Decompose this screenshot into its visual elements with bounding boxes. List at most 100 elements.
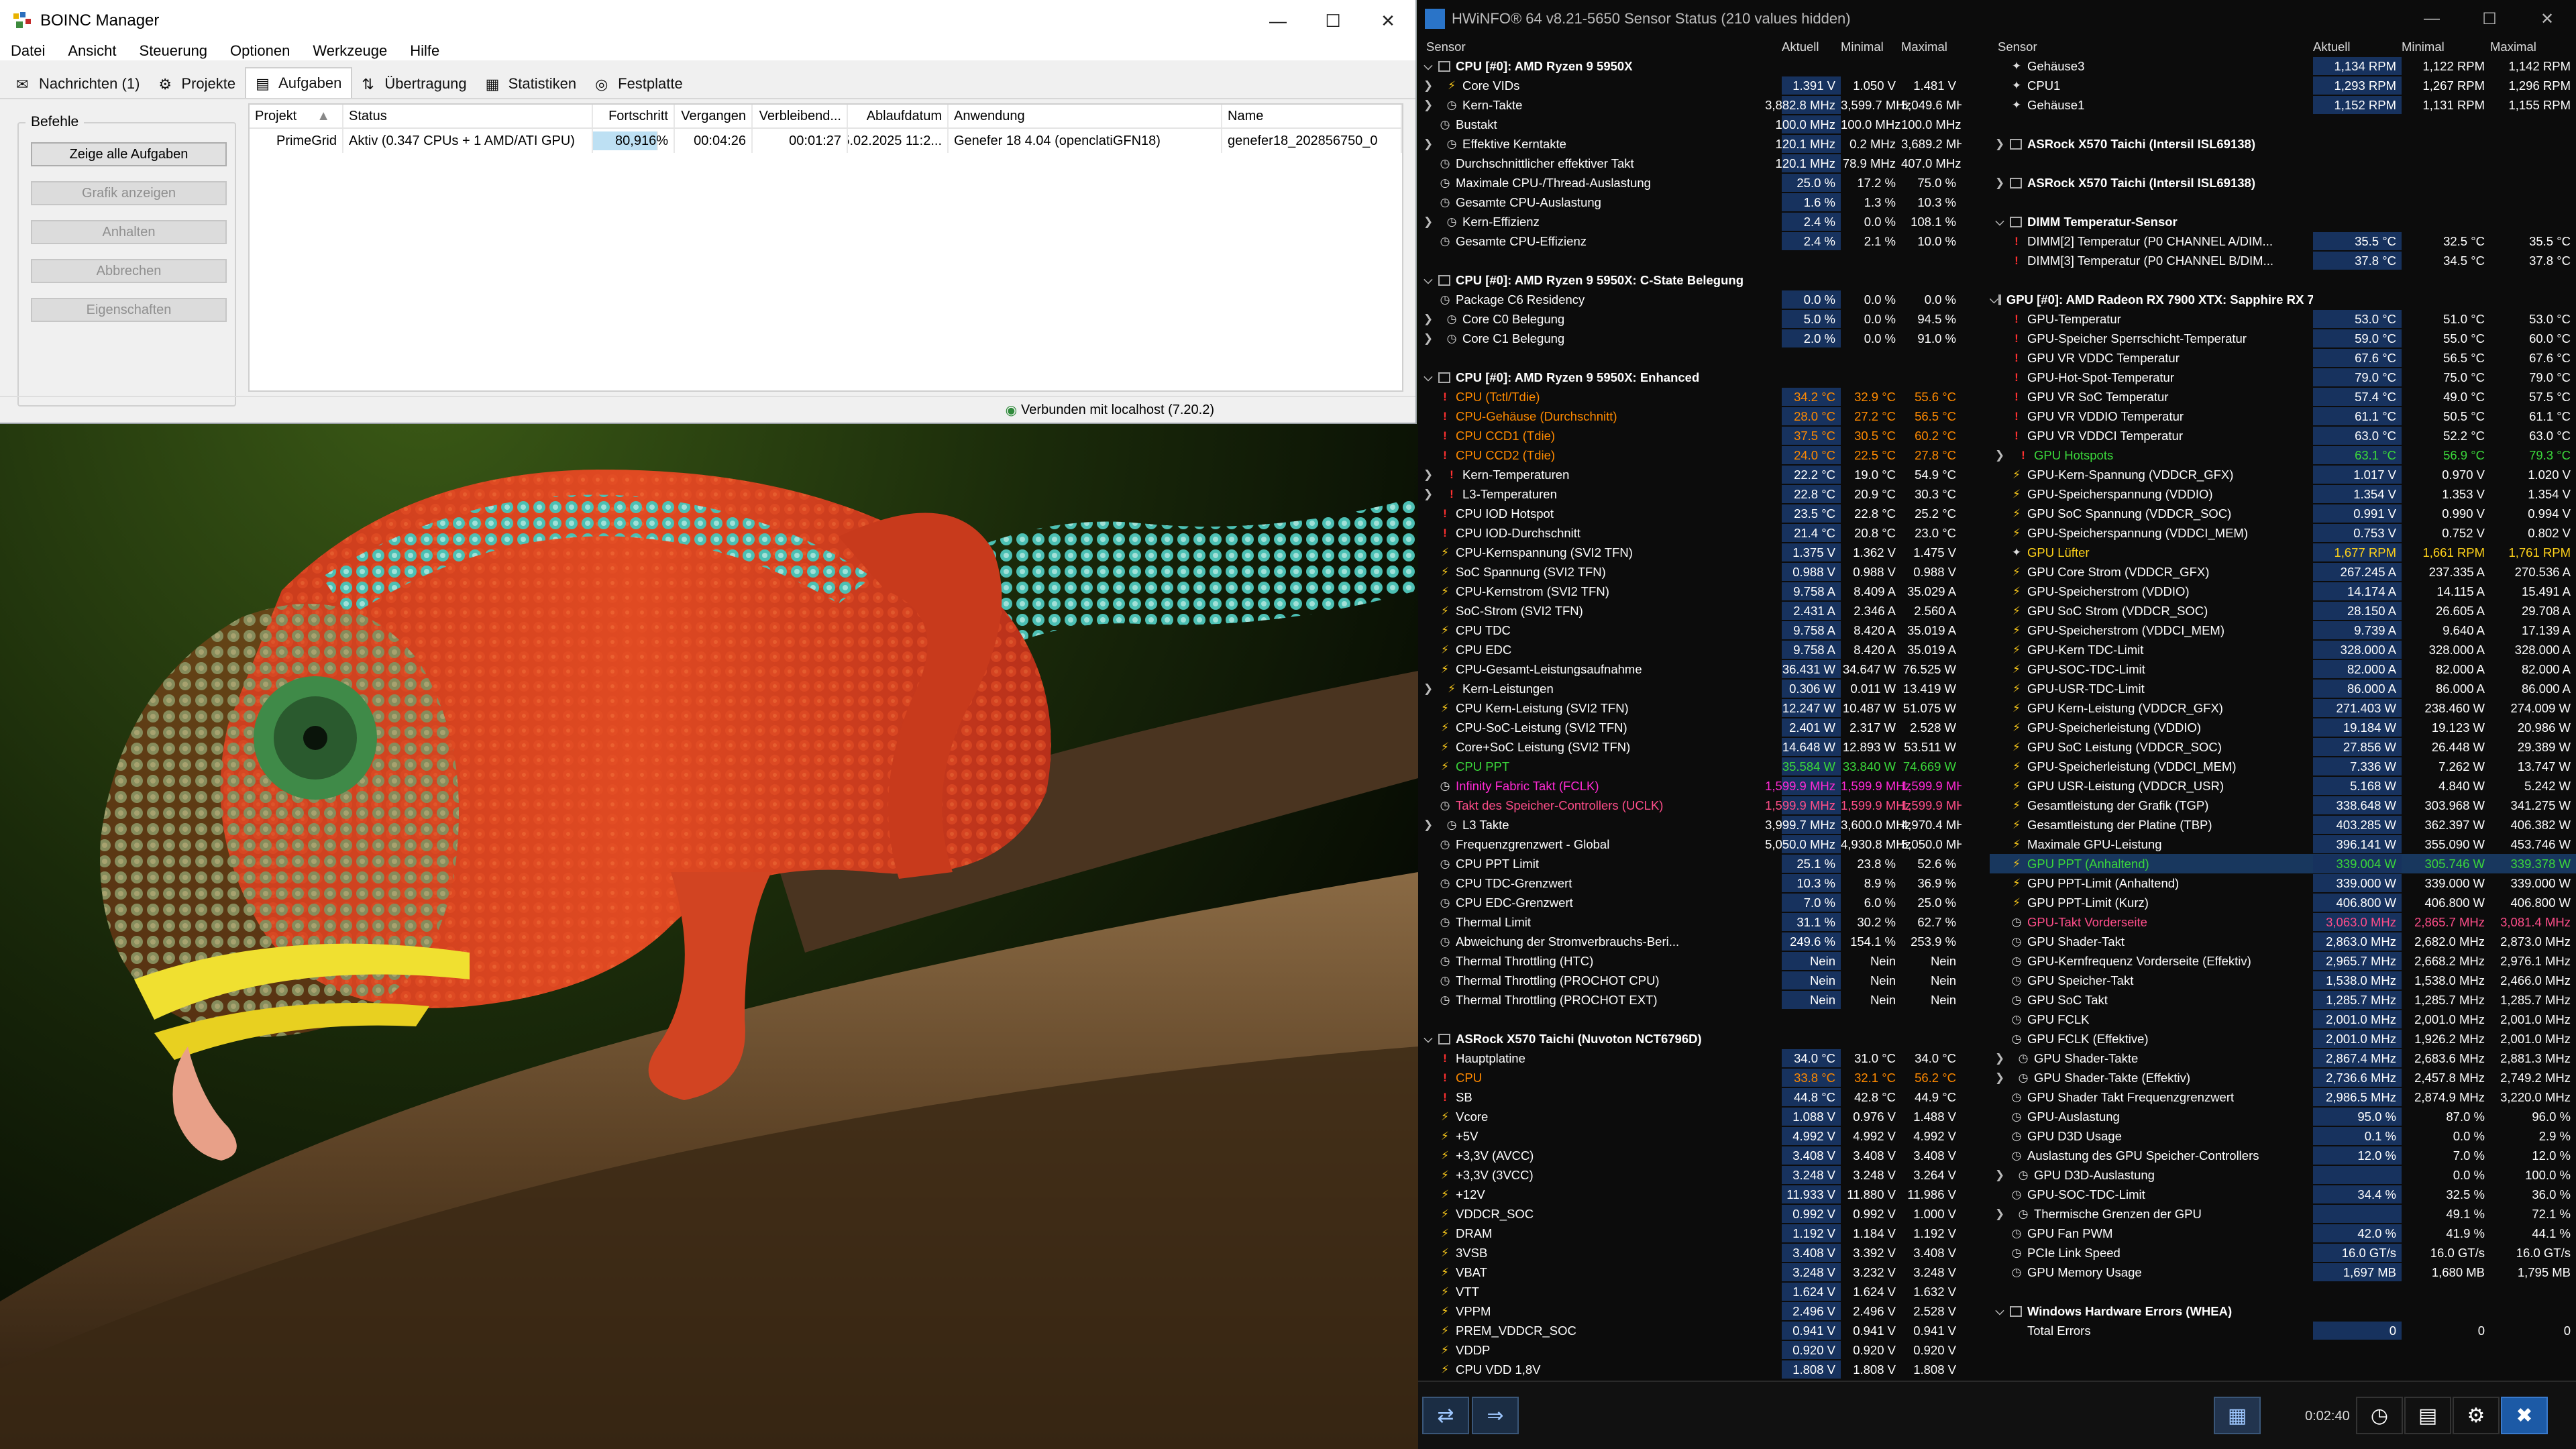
sensor-row[interactable]: ◷ GPU-Kernfrequenz Vorderseite (Effektiv)…: [1990, 951, 2576, 971]
sensor-row[interactable]: ⚡ GPU-USR-TDC-Limit 86.000 A 86.000 A 86.000…: [1990, 679, 2576, 698]
report-icon[interactable]: ▤: [2404, 1397, 2451, 1434]
menu-options[interactable]: Optionen: [230, 42, 290, 60]
sensor-row[interactable]: ◷ GPU-Takt Vorderseite 3,063.0 MHz 2,865.7 …: [1990, 912, 2576, 932]
sensor-row[interactable]: ⚡ PREM_VDDCR_SOC 0.941 V 0.941 V 0.941 V: [1418, 1321, 1962, 1340]
sensor-row[interactable]: ◷ Gesamte CPU-Effizienz 2.4 % 2.1 % 10.0 %: [1418, 231, 1962, 251]
sensor-row[interactable]: ◷ Bustakt 100.0 MHz 100.0 MHz 100.0 MHz: [1418, 115, 1962, 134]
sensor-row[interactable]: ⚡ +5V 4.992 V 4.992 V 4.992 V: [1418, 1126, 1962, 1146]
sensor-row[interactable]: ! GPU-Temperatur 53.0 °C 51.0 °C 53.0 °C: [1990, 309, 2576, 329]
sensor-row[interactable]: ❯ ◷ GPU Shader-Takte (Effektiv) 2,736.6 MHz…: [1990, 1068, 2576, 1087]
sensor-row[interactable]: ◷ GPU D3D Usage 0.1 % 0.0 % 2.9 %: [1990, 1126, 2576, 1146]
sensor-row[interactable]: ◷ Package C6 Residency 0.0 % 0.0 % 0.0 %: [1418, 290, 1962, 309]
tab-tasks[interactable]: ▤ Aufgaben: [245, 67, 353, 98]
sensor-row[interactable]: ❯ ⚡ Kern-Leistungen 0.306 W 0.011 W 13.419 W: [1418, 679, 1962, 698]
tab-projects[interactable]: ⚙ Projekte: [149, 70, 245, 98]
table-row[interactable]: PrimeGrid Aktiv (0.347 CPUs + 1 AMD/ATI …: [250, 129, 1402, 153]
col-project[interactable]: Projekt ▲: [250, 105, 343, 127]
sensor-row[interactable]: ⚡ GPU-Kern-Spannung (VDDCR_GFX) 1.017 V 0.9…: [1990, 465, 2576, 484]
sensor-row[interactable]: ! CPU CCD2 (Tdie) 24.0 °C 22.5 °C 27.8 °C: [1418, 445, 1962, 465]
sensor-row[interactable]: ◷ GPU FCLK (Effektive) 2,001.0 MHz 1,926.2 …: [1990, 1029, 2576, 1049]
col-min[interactable]: Minimal: [2402, 40, 2490, 54]
sensor-row[interactable]: ⚡ GPU SoC Spannung (VDDCR_SOC) 0.991 V 0.99…: [1990, 504, 2576, 523]
sensor-row[interactable]: ⚡ Gesamtleistung der Platine (TBP) 403.285…: [1990, 815, 2576, 835]
col-deadline[interactable]: Ablaufdatum: [848, 105, 949, 127]
sensor-row[interactable]: ⚡ Maximale GPU-Leistung 396.141 W 355.090 W…: [1990, 835, 2576, 854]
sensor-row[interactable]: Total Errors 0 0 0: [1990, 1321, 2576, 1340]
sensor-row[interactable]: ❯! L3-Temperaturen 22.8 °C 20.9 °C 30.3 °C: [1418, 484, 1962, 504]
sensor-row[interactable]: ⚡ GPU USR-Leistung (VDDCR_USR) 5.168 W 4.84…: [1990, 776, 2576, 796]
sensor-row[interactable]: ! GPU-Hot-Spot-Temperatur 79.0 °C 75.0 °C 79…: [1990, 368, 2576, 387]
sensor-row[interactable]: ⚡ CPU-Kernstrom (SVI2 TFN) 9.758 A 8.409 A 3…: [1418, 582, 1962, 601]
sensor-row[interactable]: ⚡ VDDP 0.920 V 0.920 V 0.920 V: [1418, 1340, 1962, 1360]
sensor-row[interactable]: ! DIMM[2] Temperatur (P0 CHANNEL A/DIM...…: [1990, 231, 2576, 251]
chevron-down-icon[interactable]: ⌵: [1418, 1032, 1438, 1046]
chevron-right-icon[interactable]: ❯: [1990, 138, 2010, 151]
sensor-row[interactable]: ⚡ GPU-SOC-TDC-Limit 82.000 A 82.000 A 82.000…: [1990, 659, 2576, 679]
sensor-row[interactable]: ◷ GPU Fan PWM 42.0 % 41.9 % 44.1 %: [1990, 1224, 2576, 1243]
sensor-row[interactable]: ⚡ CPU-Gesamt-Leistungsaufnahme 36.431 W 34.…: [1418, 659, 1962, 679]
sensor-group-header[interactable]: ❯ ASRock X570 Taichi (Intersil ISL69138): [1990, 173, 2576, 193]
menu-file[interactable]: Datei: [11, 42, 45, 60]
sensor-row[interactable]: ! GPU VR VDDIO Temperatur 61.1 °C 50.5 °C 61…: [1990, 407, 2576, 426]
sensor-row[interactable]: ❯ ◷ Core C0 Belegung 5.0 % 0.0 % 94.5 %: [1418, 309, 1962, 329]
sensor-group-header[interactable]: ❯ ASRock X570 Taichi (Intersil ISL69138): [1990, 134, 2576, 154]
sensor-row[interactable]: ⚡ +12V 11.933 V 11.880 V 11.986 V: [1418, 1185, 1962, 1204]
close-sensors-icon[interactable]: ✖: [2501, 1397, 2548, 1434]
tab-disk[interactable]: ◎ Festplatte: [586, 70, 692, 98]
sensor-row[interactable]: ◷ CPU PPT Limit 25.1 % 23.8 % 52.6 %: [1418, 854, 1962, 873]
sensor-row[interactable]: ◷ GPU Memory Usage 1,697 MB 1,680 MB 1,795 M…: [1990, 1263, 2576, 1282]
sensor-group-header[interactable]: ⌵ CPU [#0]: AMD Ryzen 9 5950X: C-State Be…: [1418, 270, 1962, 290]
settings-gear-icon[interactable]: ⚙: [2453, 1397, 2500, 1434]
chevron-right-icon[interactable]: ❯: [1990, 176, 2010, 190]
sensor-row[interactable]: ⚡ GPU-Speicherspannung (VDDCI_MEM) 0.753 V…: [1990, 523, 2576, 543]
sensor-row[interactable]: ! CPU IOD-Durchschnitt 21.4 °C 20.8 °C 23.0 …: [1418, 523, 1962, 543]
sensor-row[interactable]: ◷ Gesamte CPU-Auslastung 1.6 % 1.3 % 10.3 %: [1418, 193, 1962, 212]
col-name[interactable]: Name: [1222, 105, 1402, 127]
sensor-row[interactable]: ⚡ CPU VDD 1,8V 1.808 V 1.808 V 1.808 V: [1418, 1360, 1962, 1379]
close-button[interactable]: ✕: [1360, 0, 1415, 42]
sensor-row[interactable]: ◷ Takt des Speicher-Controllers (UCLK) 1,5…: [1418, 796, 1962, 815]
expand-chevron-icon[interactable]: ❯: [1418, 488, 1438, 501]
sensor-row[interactable]: ⚡ GPU SoC Leistung (VDDCR_SOC) 27.856 W 26.…: [1990, 737, 2576, 757]
sensor-row[interactable]: ◷ GPU FCLK 2,001.0 MHz 2,001.0 MHz 2,001.0 M…: [1990, 1010, 2576, 1029]
menu-view[interactable]: Ansicht: [68, 42, 116, 60]
sensor-group-header[interactable]: ⌵ Windows Hardware Errors (WHEA): [1990, 1301, 2576, 1321]
sensor-row[interactable]: ⚡ GPU-Speicherleistung (VDDIO) 19.184 W 19.…: [1990, 718, 2576, 737]
expand-chevron-icon[interactable]: ❯: [1418, 99, 1438, 112]
maximize-button[interactable]: ☐: [1305, 0, 1360, 42]
expand-chevron-icon[interactable]: ❯: [1990, 1052, 2010, 1065]
sensor-group-header[interactable]: ⌵ CPU [#0]: AMD Ryzen 9 5950X: [1418, 56, 1962, 76]
sensor-row[interactable]: ✦ GPU Lüfter 1,677 RPM 1,661 RPM 1,761 RPM: [1990, 543, 2576, 562]
sensor-row[interactable]: ! GPU-Speicher Sperrschicht-Temperatur 59.…: [1990, 329, 2576, 348]
col-sensor[interactable]: Sensor: [1990, 40, 2313, 54]
sensor-row[interactable]: ⚡ VDDCR_SOC 0.992 V 0.992 V 1.000 V: [1418, 1204, 1962, 1224]
sensor-row[interactable]: ⚡ GPU PPT (Anhaltend) 339.004 W 305.746 W 33…: [1990, 854, 2576, 873]
sensor-row[interactable]: ! CPU-Gehäuse (Durchschnitt) 28.0 °C 27.2 °…: [1418, 407, 1962, 426]
col-remaining[interactable]: Verbleibend...: [753, 105, 848, 127]
sensor-row[interactable]: ⚡ GPU-Speicherleistung (VDDCI_MEM) 7.336 W…: [1990, 757, 2576, 776]
sensor-row[interactable]: ⚡ CPU Kern-Leistung (SVI2 TFN) 12.247 W 10.…: [1418, 698, 1962, 718]
sensor-row[interactable]: ⚡ VBAT 3.248 V 3.232 V 3.248 V: [1418, 1263, 1962, 1282]
sensor-row[interactable]: ⚡ CPU-SoC-Leistung (SVI2 TFN) 2.401 W 2.317…: [1418, 718, 1962, 737]
sensor-row[interactable]: ! DIMM[3] Temperatur (P0 CHANNEL B/DIM...…: [1990, 251, 2576, 270]
sensor-row[interactable]: ◷ GPU Shader Takt Frequenzgrenzwert 2,986.…: [1990, 1087, 2576, 1107]
sensor-row[interactable]: ◷ GPU Speicher-Takt 1,538.0 MHz 1,538.0 MHz…: [1990, 971, 2576, 990]
menu-tools[interactable]: Werkzeuge: [313, 42, 387, 60]
nav-back-icon[interactable]: ⇄: [1422, 1397, 1469, 1434]
expand-chevron-icon[interactable]: ❯: [1990, 1208, 2010, 1221]
sensor-row[interactable]: ! CPU IOD Hotspot 23.5 °C 22.8 °C 25.2 °C: [1418, 504, 1962, 523]
close-button[interactable]: ✕: [2518, 9, 2576, 29]
menu-control[interactable]: Steuerung: [140, 42, 208, 60]
sensor-row[interactable]: ⚡ 3VSB 3.408 V 3.392 V 3.408 V: [1418, 1243, 1962, 1263]
sensor-row[interactable]: ⚡ Core+SoC Leistung (SVI2 TFN) 14.648 W 12.…: [1418, 737, 1962, 757]
sensor-row[interactable]: ⚡ CPU PPT 35.584 W 33.840 W 74.669 W: [1418, 757, 1962, 776]
sensor-row[interactable]: ◷ CPU EDC-Grenzwert 7.0 % 6.0 % 25.0 %: [1418, 893, 1962, 912]
sensor-row[interactable]: ✦ Gehäuse1 1,152 RPM 1,131 RPM 1,155 RPM: [1990, 95, 2576, 115]
col-max[interactable]: Maximal: [1901, 40, 1962, 54]
col-sensor[interactable]: Sensor: [1418, 40, 1782, 54]
sensor-row[interactable]: ◷ Maximale CPU-/Thread-Auslastung 25.0 % 17…: [1418, 173, 1962, 193]
sensor-row[interactable]: ◷ Durchschnittlicher effektiver Takt 120.1…: [1418, 154, 1962, 173]
abort-button[interactable]: Abbrechen: [31, 259, 227, 283]
suspend-button[interactable]: Anhalten: [31, 220, 227, 244]
sensor-row[interactable]: ❯ ◷ Effektive Kerntakte 120.1 MHz 0.2 MHz 3,6…: [1418, 134, 1962, 154]
